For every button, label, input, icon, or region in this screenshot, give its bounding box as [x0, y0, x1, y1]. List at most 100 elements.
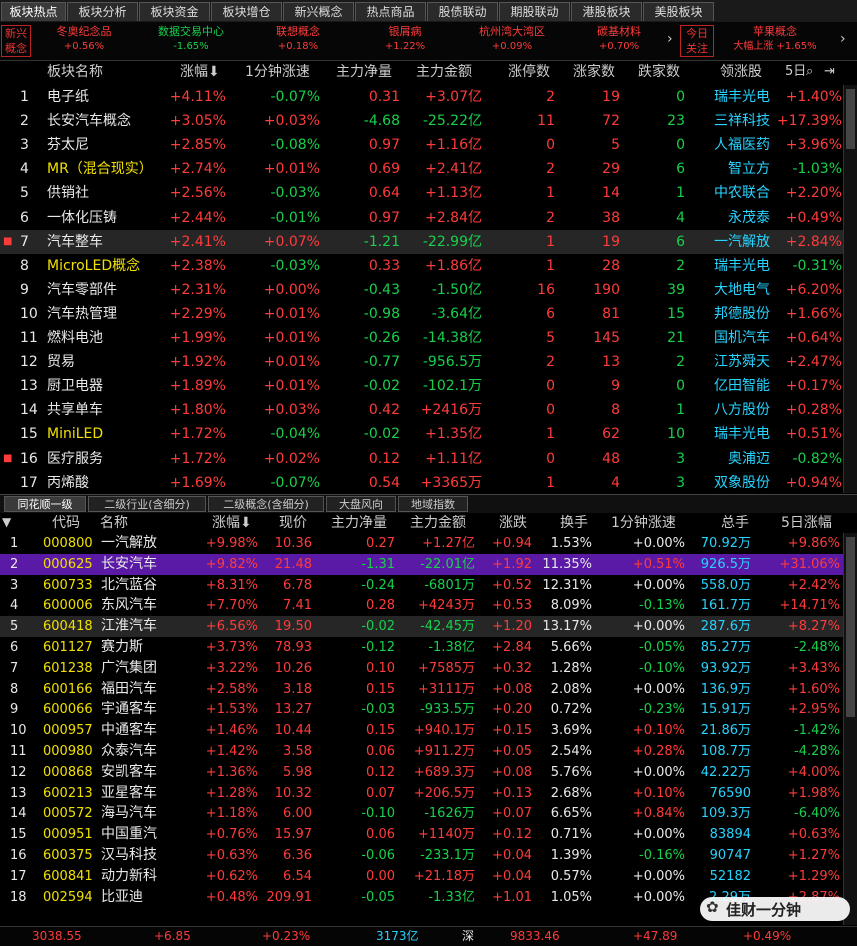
- table-row[interactable]: 2 长安汽车概念 +3.05% +0.03% -4.68 -25.22亿 11 72 23 三祥科…: [0, 109, 843, 133]
- leader-stock[interactable]: 邦德股份: [690, 302, 770, 326]
- table-row[interactable]: 16 600375 汉马科技 +0.63% 6.36 -0.06 -233.1万 +0.04 1…: [0, 845, 843, 866]
- top-tab-6[interactable]: 热点商品: [355, 2, 426, 21]
- leader-stock[interactable]: 瑞丰光电: [690, 422, 770, 446]
- table-row[interactable]: 2 000625 长安汽车 +9.82% 21.48 -1.31 -22.01亿 +1.92 1…: [0, 553, 843, 575]
- col-main-amount[interactable]: 主力金额: [416, 61, 472, 83]
- table-row[interactable]: 15 MiniLED +1.72% -0.04% -0.02 +1.35亿 1 62 10 瑞丰光…: [0, 422, 843, 446]
- table-row[interactable]: 12 000868 安凯客车 +1.36% 5.98 0.12 +689.3万 +0.08 5.…: [0, 762, 843, 783]
- strip-item[interactable]: 碳基材料 +0.70%: [563, 24, 675, 54]
- col-5day-change[interactable]: 5日涨幅: [781, 512, 832, 534]
- col-stock-name[interactable]: 名称: [100, 512, 128, 534]
- category-tab-1[interactable]: 同花顺一级: [4, 496, 86, 512]
- col-stock-net[interactable]: 主力净量: [331, 512, 387, 534]
- stock-name[interactable]: 江淮汽车: [101, 616, 157, 637]
- table-row[interactable]: ■ 16 医疗服务 +1.72% +0.02% 0.12 +1.11亿 0 48 3 奥浦迈 -0.8…: [0, 447, 843, 471]
- col-speed[interactable]: 1分钟涨速: [245, 61, 310, 83]
- col-leader[interactable]: 领涨股: [720, 61, 762, 83]
- stock-name[interactable]: 北汽蓝谷: [101, 575, 157, 596]
- table-row[interactable]: 5 600418 江淮汽车 +6.56% 19.50 -0.02 -42.45万 +1.20 1…: [0, 616, 843, 638]
- col-stock-speed[interactable]: 1分钟涨速: [611, 512, 676, 534]
- table-row[interactable]: 17 丙烯酸 +1.69% -0.07% 0.54 +3365万 1 4 3 双象股份 +0.94%: [0, 471, 843, 495]
- col-limit-up[interactable]: 涨停数: [508, 61, 550, 83]
- table-row[interactable]: 15 000951 中国重汽 +0.76% 15.97 0.06 +1140万 +0.12 0.…: [0, 824, 843, 845]
- stock-scrollbar[interactable]: [843, 533, 857, 925]
- table-row[interactable]: 8 600166 福田汽车 +2.58% 3.18 0.15 +3111万 +0.08 2.08…: [0, 679, 843, 700]
- stock-name[interactable]: 赛力斯: [101, 637, 143, 658]
- top-tab-1[interactable]: 板块热点: [1, 2, 66, 21]
- col-price[interactable]: 现价: [279, 512, 307, 534]
- strip-item[interactable]: 银屑病 +1.22%: [349, 24, 461, 54]
- table-row[interactable]: 13 600213 亚星客车 +1.28% 10.32 0.07 +206.5万 +0.13 2…: [0, 783, 843, 804]
- top-tab-8[interactable]: 期股联动: [499, 2, 570, 21]
- filter-icon[interactable]: ▼: [2, 511, 11, 533]
- leader-stock[interactable]: 瑞丰光电: [690, 85, 770, 109]
- col-turnover[interactable]: 换手: [560, 512, 588, 534]
- top-tab-5[interactable]: 新兴概念: [283, 2, 354, 21]
- table-row[interactable]: 5 供销社 +2.56% -0.03% 0.64 +1.13亿 1 14 1 中农联合 +2.20%: [0, 181, 843, 205]
- table-row[interactable]: 6 一体化压铸 +2.44% -0.01% 0.97 +2.84亿 2 38 4 永茂泰 +0.49…: [0, 206, 843, 230]
- table-row[interactable]: 8 MicroLED概念 +2.38% -0.03% 0.33 +1.86亿 1 28 2 瑞丰光…: [0, 254, 843, 278]
- table-row[interactable]: 14 共享单车 +1.80% +0.03% 0.42 +2416万 0 8 1 八方股份 +0.28…: [0, 398, 843, 422]
- focus-item[interactable]: 苹果概念 大幅上涨 +1.65%: [720, 24, 830, 54]
- category-tab-4[interactable]: 大盘风向: [326, 496, 396, 512]
- table-row[interactable]: 12 贸易 +1.92% +0.01% -0.77 -956.5万 2 13 2 江苏舜天 +2.4…: [0, 350, 843, 374]
- col-5day[interactable]: 5日: [785, 61, 806, 83]
- leader-stock[interactable]: 一汽解放: [690, 230, 770, 254]
- leader-stock[interactable]: 八方股份: [690, 398, 770, 422]
- top-tab-3[interactable]: 板块资金: [139, 2, 210, 21]
- stock-name[interactable]: 东风汽车: [101, 595, 157, 616]
- table-row[interactable]: ■ 7 汽车整车 +2.41% +0.07% -1.21 -22.99亿 1 19 6 一汽解放 +2…: [0, 229, 843, 254]
- stock-name[interactable]: 亚星客车: [101, 783, 157, 804]
- col-up-count[interactable]: 涨家数: [573, 61, 615, 83]
- table-row[interactable]: 7 601238 广汽集团 +3.22% 10.26 0.10 +7585万 +0.32 1.2…: [0, 658, 843, 679]
- chevron-right-icon[interactable]: ›: [840, 31, 846, 47]
- stock-name[interactable]: 宇通客车: [101, 699, 157, 720]
- leader-stock[interactable]: 国机汽车: [690, 326, 770, 350]
- category-tab-3[interactable]: 二级概念(含细分): [208, 496, 324, 512]
- stock-name[interactable]: 中通客车: [101, 720, 157, 741]
- chevron-right-icon[interactable]: ›: [667, 31, 673, 47]
- leader-stock[interactable]: 永茂泰: [690, 206, 770, 230]
- stock-name[interactable]: 海马汽车: [101, 803, 157, 824]
- table-row[interactable]: 14 000572 海马汽车 +1.18% 6.00 -0.10 -1626万 +0.07 6.…: [0, 803, 843, 824]
- today-focus-box[interactable]: 今日关注: [680, 25, 714, 57]
- top-tab-9[interactable]: 港股板块: [571, 2, 642, 21]
- col-stock-change[interactable]: 涨幅⬇: [212, 512, 252, 534]
- table-row[interactable]: 11 燃料电池 +1.99% +0.01% -0.26 -14.38亿 5 145 21 国机汽车…: [0, 326, 843, 350]
- scroll-thumb[interactable]: [846, 537, 855, 717]
- top-tab-2[interactable]: 板块分析: [67, 2, 138, 21]
- expand-right-icon[interactable]: ⇥: [824, 61, 835, 83]
- table-row[interactable]: 13 厨卫电器 +1.89% +0.01% -0.02 -102.1万 0 9 0 亿田智能 +0.…: [0, 374, 843, 398]
- col-change[interactable]: 涨幅⬇: [180, 61, 220, 83]
- table-row[interactable]: 3 芬太尼 +2.85% -0.08% 0.97 +1.16亿 0 5 0 人福医药 +3.96%: [0, 133, 843, 157]
- leader-stock[interactable]: 中农联合: [690, 181, 770, 205]
- table-row[interactable]: 4 MR（混合现实） +2.74% +0.01% 0.69 +2.41亿 2 29 6 智立方 -1…: [0, 157, 843, 181]
- search-icon[interactable]: ⌕: [806, 61, 813, 83]
- category-tab-5[interactable]: 地域指数: [398, 496, 468, 512]
- table-row[interactable]: 1 000800 一汽解放 +9.98% 10.36 0.27 +1.27亿 +0.94 1.5…: [0, 533, 843, 554]
- strip-item[interactable]: 杭州湾大湾区 +0.09%: [456, 24, 568, 54]
- top-tab-7[interactable]: 股债联动: [427, 2, 498, 21]
- leader-stock[interactable]: 奥浦迈: [690, 447, 770, 471]
- table-row[interactable]: 6 601127 赛力斯 +3.73% 78.93 -0.12 -1.38亿 +2.84 5.6…: [0, 637, 843, 658]
- stock-name[interactable]: 比亚迪: [101, 887, 143, 908]
- leader-stock[interactable]: 瑞丰光电: [690, 254, 770, 278]
- col-diff[interactable]: 涨跌: [499, 512, 527, 534]
- col-main-net[interactable]: 主力净量: [336, 61, 392, 83]
- table-row[interactable]: 10 汽车热管理 +2.29% +0.01% -0.98 -3.64亿 6 81 15 邦德股份 +…: [0, 302, 843, 326]
- table-row[interactable]: 3 600733 北汽蓝谷 +8.31% 6.78 -0.24 -6801万 +0.52 12.…: [0, 575, 843, 596]
- stock-name[interactable]: 安凯客车: [101, 762, 157, 783]
- stock-name[interactable]: 汉马科技: [101, 845, 157, 866]
- stock-name[interactable]: 一汽解放: [101, 533, 157, 554]
- leader-stock[interactable]: 智立方: [690, 157, 770, 181]
- table-row[interactable]: 11 000980 众泰汽车 +1.42% 3.58 0.06 +911.2万 +0.05 2.…: [0, 741, 843, 762]
- stock-name[interactable]: 动力新科: [101, 866, 157, 887]
- new-concept-box[interactable]: 新兴概念: [1, 25, 31, 57]
- sector-scrollbar[interactable]: [843, 85, 857, 493]
- stock-name[interactable]: 中国重汽: [101, 824, 157, 845]
- col-stock-amount[interactable]: 主力金额: [410, 512, 466, 534]
- strip-item[interactable]: 联想概念 +0.18%: [242, 24, 354, 54]
- leader-stock[interactable]: 人福医药: [690, 133, 770, 157]
- top-tab-10[interactable]: 美股板块: [643, 2, 714, 21]
- table-row[interactable]: 9 汽车零部件 +2.31% +0.00% -0.43 -1.50亿 16 190 39 大地电气…: [0, 278, 843, 302]
